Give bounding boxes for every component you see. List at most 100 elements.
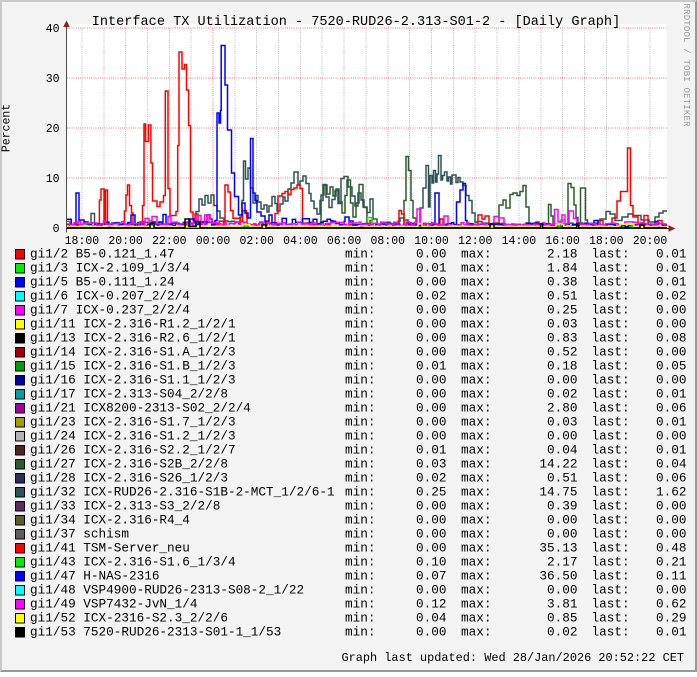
svg-text:max:: max: [461, 457, 491, 472]
svg-text:0.03: 0.03 [547, 317, 577, 332]
svg-text:min:: min: [345, 611, 375, 626]
svg-text:0.02: 0.02 [416, 289, 446, 304]
svg-text:min:: min: [345, 527, 375, 542]
svg-text:gi1/15 ICX-2.316-S1.B_1/2/3: gi1/15 ICX-2.316-S1.B_1/2/3 [30, 359, 236, 374]
svg-text:0.00: 0.00 [416, 401, 446, 416]
svg-text:max:: max: [461, 373, 491, 388]
svg-text:0.00: 0.00 [416, 513, 446, 528]
svg-text:0.03: 0.03 [416, 457, 446, 472]
svg-text:0.08: 0.08 [656, 331, 686, 346]
svg-text:min:: min: [345, 597, 375, 612]
svg-text:0.00: 0.00 [547, 429, 577, 444]
svg-text:last:: last: [592, 359, 630, 374]
svg-text:max:: max: [461, 429, 491, 444]
svg-text:min:: min: [345, 401, 375, 416]
svg-text:min:: min: [345, 303, 375, 318]
svg-text:0: 0 [53, 223, 60, 236]
svg-text:0.04: 0.04 [416, 611, 446, 626]
svg-text:0.52: 0.52 [547, 345, 577, 360]
svg-text:last:: last: [592, 611, 630, 626]
svg-text:last:: last: [592, 569, 630, 584]
svg-text:min:: min: [345, 625, 375, 640]
svg-text:0.07: 0.07 [416, 569, 446, 584]
svg-text:14.22: 14.22 [539, 457, 577, 472]
svg-text:min:: min: [345, 569, 375, 584]
svg-text:gi1/32 ICX-RUD26-2.316-S1B-2-M: gi1/32 ICX-RUD26-2.316-S1B-2-MCT_1/2/6-1 [30, 485, 335, 500]
svg-text:0.01: 0.01 [656, 625, 686, 640]
svg-text:gi1/5 B5-0.111_1.24: gi1/5 B5-0.111_1.24 [30, 275, 175, 290]
svg-text:gi1/6 ICX-0.207_2/2/4: gi1/6 ICX-0.207_2/2/4 [30, 289, 190, 304]
svg-text:0.00: 0.00 [547, 373, 577, 388]
svg-text:0.01: 0.01 [656, 275, 686, 290]
svg-text:last:: last: [592, 499, 630, 514]
svg-text:max:: max: [461, 499, 491, 514]
svg-text:0.85: 0.85 [547, 611, 577, 626]
svg-text:last:: last: [592, 373, 630, 388]
svg-text:max:: max: [461, 527, 491, 542]
svg-text:0.00: 0.00 [656, 345, 686, 360]
svg-text:0.05: 0.05 [656, 359, 686, 374]
svg-text:last:: last: [592, 443, 630, 458]
svg-text:max:: max: [461, 485, 491, 500]
svg-text:gi1/43 ICX-2.316-S1.6_1/3/4: gi1/43 ICX-2.316-S1.6_1/3/4 [30, 555, 236, 570]
svg-text:0.00: 0.00 [656, 499, 686, 514]
svg-text:gi1/33 ICX-2.313-S3_2/2/8: gi1/33 ICX-2.313-S3_2/2/8 [30, 499, 220, 514]
svg-text:max:: max: [461, 345, 491, 360]
svg-text:0.25: 0.25 [416, 485, 446, 500]
svg-text:02:00: 02:00 [239, 235, 274, 248]
svg-text:2.18: 2.18 [547, 247, 577, 262]
svg-text:0.29: 0.29 [656, 611, 686, 626]
svg-text:14.75: 14.75 [539, 485, 577, 500]
svg-text:min:: min: [345, 499, 375, 514]
svg-text:0.00: 0.00 [416, 583, 446, 598]
svg-text:min:: min: [345, 583, 375, 598]
svg-text:max:: max: [461, 443, 491, 458]
svg-text:gi1/7 ICX-0.237_2/2/4: gi1/7 ICX-0.237_2/2/4 [30, 303, 190, 318]
svg-text:max:: max: [461, 569, 491, 584]
svg-text:gi1/28 ICX-2.316-S26_1/2/3: gi1/28 ICX-2.316-S26_1/2/3 [30, 471, 228, 486]
svg-text:max:: max: [461, 513, 491, 528]
svg-text:0.12: 0.12 [416, 597, 446, 612]
svg-text:gi1/27 ICX-2.316-S2B_2/2/8: gi1/27 ICX-2.316-S2B_2/2/8 [30, 457, 228, 472]
svg-text:gi1/14 ICX-2.316-S1.A_1/2/3: gi1/14 ICX-2.316-S1.A_1/2/3 [30, 345, 236, 360]
svg-text:0.38: 0.38 [547, 275, 577, 290]
svg-text:max:: max: [461, 387, 491, 402]
svg-text:0.00: 0.00 [416, 317, 446, 332]
svg-text:last:: last: [592, 275, 630, 290]
svg-text:0.00: 0.00 [656, 317, 686, 332]
svg-text:max:: max: [461, 275, 491, 290]
svg-text:0.00: 0.00 [547, 583, 577, 598]
svg-text:last:: last: [592, 331, 630, 346]
svg-text:14:00: 14:00 [502, 235, 537, 248]
svg-text:min:: min: [345, 359, 375, 374]
svg-text:40: 40 [46, 23, 60, 36]
svg-text:0.04: 0.04 [656, 457, 686, 472]
svg-text:max:: max: [461, 359, 491, 374]
svg-text:0.00: 0.00 [656, 527, 686, 542]
svg-text:0.00: 0.00 [656, 303, 686, 318]
svg-text:10: 10 [46, 173, 60, 186]
svg-text:0.51: 0.51 [547, 289, 577, 304]
svg-text:gi1/34 ICX-2.316-R4_4: gi1/34 ICX-2.316-R4_4 [30, 513, 190, 528]
svg-text:last:: last: [592, 583, 630, 598]
svg-text:04:00: 04:00 [283, 235, 318, 248]
svg-text:last:: last: [592, 303, 630, 318]
svg-text:0.06: 0.06 [656, 401, 686, 416]
svg-text:min:: min: [345, 443, 375, 458]
svg-text:gi1/13 ICX-2.316-R2.6_1/2/1: gi1/13 ICX-2.316-R2.6_1/2/1 [30, 331, 236, 346]
svg-text:max:: max: [461, 583, 491, 598]
svg-text:max:: max: [461, 289, 491, 304]
svg-text:last:: last: [592, 401, 630, 416]
svg-text:08:00: 08:00 [371, 235, 406, 248]
svg-text:last:: last: [592, 625, 630, 640]
svg-text:0.00: 0.00 [656, 429, 686, 444]
svg-text:0.06: 0.06 [656, 471, 686, 486]
svg-text:max:: max: [461, 471, 491, 486]
svg-text:min:: min: [345, 275, 375, 290]
svg-text:last:: last: [592, 513, 630, 528]
svg-text:0.00: 0.00 [416, 625, 446, 640]
svg-text:gi1/16 ICX-2.316-S1.1_1/2/3: gi1/16 ICX-2.316-S1.1_1/2/3 [30, 373, 236, 388]
svg-text:min:: min: [345, 415, 375, 430]
svg-text:Percent: Percent [1, 104, 14, 152]
svg-text:max:: max: [461, 247, 491, 262]
